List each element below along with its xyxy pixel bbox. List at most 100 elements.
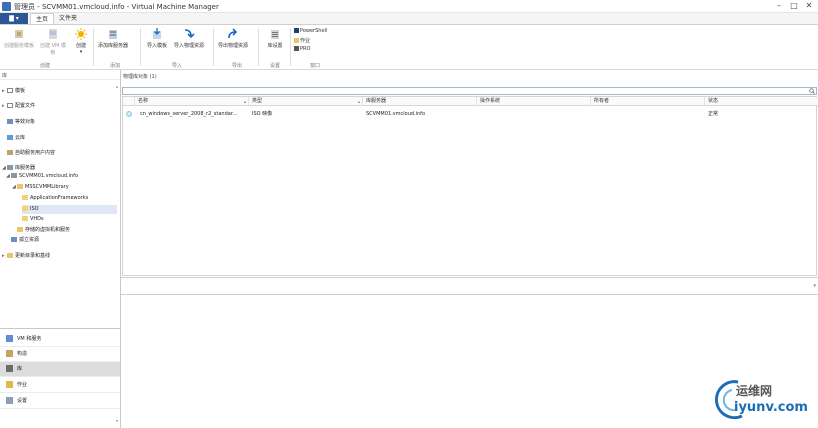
settings-icon [6,397,13,404]
watermark: 运维网 iyunv.com [708,376,812,424]
import-physical-resource-button[interactable]: 导入物理资源 [174,27,204,59]
tree-item-profiles[interactable]: ▸ 配置文件 [2,102,35,111]
stored-vm-icon [17,227,23,232]
tree-item-cloud-libraries[interactable]: 云库 [2,134,25,143]
orphaned-resource-icon [11,237,17,242]
add-library-server-button[interactable]: 添加库服务器 [98,27,128,59]
equivalent-objects-icon [7,119,13,124]
cell-library-server[interactable]: SCVMM01.vmcloud.info [363,110,473,118]
sort-ascending-icon: ▴ [357,99,360,104]
group-label-export: 导出 [231,63,242,69]
tree-item-update-catalogs[interactable]: ▸ 更新目录和基线 [2,252,50,261]
tab-folder[interactable]: 文件夹 [54,13,82,24]
minimize-icon[interactable]: – [774,1,784,11]
scroll-down-icon[interactable]: ▾ [116,418,118,423]
scroll-up-icon[interactable]: ▴ [116,84,118,89]
folder-icon [7,88,13,93]
group-label-import: 导入 [171,63,182,69]
watermark-brand: 运维网 [736,384,773,398]
tree-item-orphaned-resources[interactable]: 孤立资源 [6,236,39,245]
navigation-scrollbar[interactable]: ▴ ▾ [116,84,120,424]
workspace-fabric[interactable]: 构造 [0,347,120,362]
group-label-window: 窗口 [309,63,320,69]
import-template-icon [153,28,161,39]
update-catalog-icon [7,253,13,258]
group-label-settings: 设置 [269,63,280,69]
group-label-create: 创建 [39,63,50,69]
library-settings-button[interactable]: 库设置 [260,27,290,59]
cell-owner[interactable] [591,110,701,118]
navigation-pane: 库 ▸ 模板 ▸ 配置文件 等效对象 云库 自助服务用户内容 ◢ 库服务器 ◢ SCVM… [0,70,121,428]
column-header-os[interactable]: 操作系统 [477,97,591,106]
column-header-type[interactable]: 类型 ▴ [249,97,363,106]
search-icon[interactable] [809,88,815,94]
results-pane: 物理库对象 (1) 名称 ▴ 类型 ▴ 库服务器 操作系统 所有者 状态 cn_wi… [121,70,818,428]
export-physical-resource-button[interactable]: 导出物理资源 [218,27,248,59]
export-arrow-icon [228,28,238,39]
library-icon [6,365,13,372]
tab-home[interactable]: 主页 [30,13,55,24]
chevron-down-icon: ▾ [79,49,83,55]
powershell-button[interactable]: PowerShell [294,28,327,35]
group-label-add: 添加 [109,63,120,69]
library-settings-icon [271,30,279,39]
workspace-settings[interactable]: 设置 [0,394,120,409]
search-input[interactable] [122,87,817,95]
ribbon: 创建服务模板 创建 VM 模板 创建 ▾ 添加库服务器 导入模板 导入物理资源 … [0,24,818,70]
column-header-status[interactable]: 状态 [705,97,818,106]
chevron-down-icon[interactable]: ▾ [813,283,816,289]
folder-icon [22,206,28,211]
workspace-jobs[interactable]: 作业 [0,378,120,393]
folder-icon [7,103,13,108]
tree-item-server-scvmm01[interactable]: ◢ SCVMM01.vmcloud.info [6,172,78,181]
window-title: 管理员 - SCVMM01.vmcloud.info - Virtual Mac… [14,3,219,11]
tree-item-equivalent-objects[interactable]: 等效对象 [2,118,35,127]
cell-os[interactable] [477,110,587,118]
powershell-icon [294,28,299,33]
library-server-icon [109,30,117,39]
details-pane-splitter[interactable]: ▾ [121,277,818,295]
user-content-icon [7,150,13,155]
sort-ascending-icon: ▴ [243,99,246,104]
share-folder-icon [17,184,23,189]
column-header-icon[interactable] [123,97,135,106]
column-header-owner[interactable]: 所有者 [591,97,705,106]
close-icon[interactable]: ✕ [804,1,814,11]
cell-name[interactable]: cn_windows_server_2008_r2_standar... [137,110,247,118]
create-service-template-button[interactable]: 创建服务模板 [4,27,34,59]
import-template-button[interactable]: 导入模板 [142,27,172,59]
workspace-library[interactable]: 库 [0,362,120,377]
column-header-library-server[interactable]: 库服务器 [363,97,477,106]
iso-image-icon [126,111,132,117]
folder-icon [22,195,28,200]
service-template-icon [15,30,23,38]
tree-item-templates[interactable]: ▸ 模板 [2,87,25,96]
workspace-vms-services[interactable]: VM 和服务 [0,332,120,347]
column-header-name[interactable]: 名称 ▴ [135,97,249,106]
tree-item-iso[interactable]: ISO [22,205,117,214]
jobs-button[interactable]: 作业 [294,37,310,44]
watermark-url: iyunv.com [734,400,808,415]
library-objects-grid: 名称 ▴ 类型 ▴ 库服务器 操作系统 所有者 状态 cn_windows_serv… [122,96,818,276]
vm-template-icon [49,29,57,39]
tree-item-self-service-content[interactable]: 自助服务用户内容 [2,149,55,158]
create-vm-template-button[interactable]: 创建 VM 模板 [38,27,68,59]
results-header: 物理库对象 (1) [123,74,157,80]
tree-item-stored-vms-services[interactable]: 存储的虚拟机和服务 [12,226,70,235]
maximize-icon[interactable]: □ [789,1,799,11]
tree-item-vhds[interactable]: VHDs [22,215,44,224]
window-controls: – □ ✕ [774,1,814,11]
pro-button[interactable]: PRO [294,46,310,53]
cloud-library-icon [7,135,13,140]
cell-status[interactable]: 正常 [705,110,815,118]
file-menu-button[interactable]: ▇ ▾ [0,13,28,24]
import-arrow-icon [184,29,195,39]
tree-item-msscvmmlibrary[interactable]: ◢ MSSCVMMLibrary [12,183,69,192]
create-button[interactable]: 创建 ▾ [66,27,96,59]
tree-item-applicationframeworks[interactable]: ApplicationFrameworks [22,194,88,203]
ribbon-tabs: ▇ ▾ 主页 文件夹 [0,13,818,24]
cell-type[interactable]: ISO 映像 [249,110,359,118]
folder-icon [22,216,28,221]
fabric-icon [6,350,13,357]
library-server-icon [7,165,13,170]
